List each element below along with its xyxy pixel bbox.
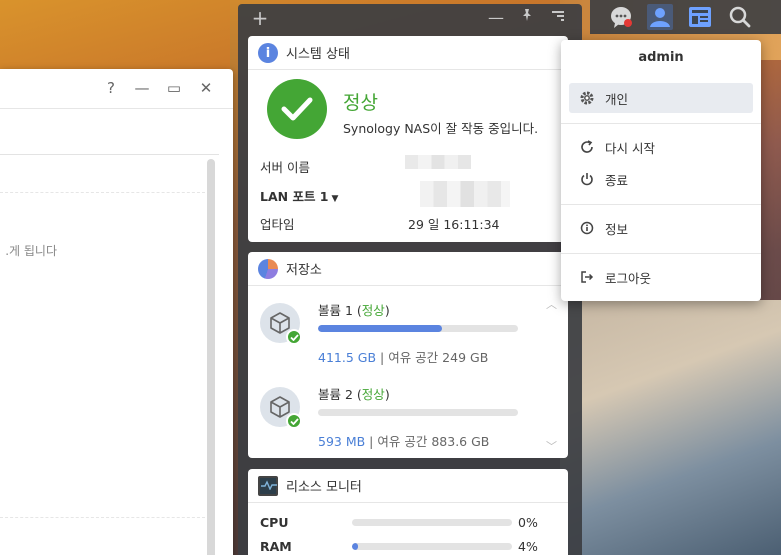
uptime-label: 업타임 [260, 217, 295, 232]
info-icon: i [258, 42, 278, 63]
widget-title: 리소스 모니터 [286, 480, 362, 495]
usage-fill [352, 543, 359, 550]
chat-icon[interactable] [609, 4, 635, 30]
widget-header: 리소스 모니터 [248, 469, 568, 503]
ok-badge-icon [286, 329, 302, 345]
volume-usage-bar [318, 325, 518, 332]
power-icon [579, 171, 595, 187]
app-body-text: 게 됩니다. [5, 244, 57, 258]
user-icon[interactable] [647, 4, 673, 30]
logout-icon [579, 269, 595, 285]
lan-ip-redacted [420, 181, 510, 207]
storage-widget: 저장소 ︿ 볼륨 1 (정상) 411.5 GB | 여유 공간 249 GB … [248, 252, 568, 458]
minimize-button[interactable]: — [133, 79, 151, 97]
info-icon [579, 220, 595, 236]
volume-item[interactable]: 볼륨 2 (정상) 593 MB | 여유 공간 883.6 GB [248, 380, 568, 458]
volume-usage-text: 593 MB | 여유 공간 883.6 GB [318, 434, 490, 449]
widget-toolbar: + — [238, 4, 582, 32]
desktop-background-dune [560, 300, 781, 555]
cpu-label: CPU [260, 515, 289, 530]
cpu-usage-bar [352, 519, 512, 526]
help-button[interactable]: ? [102, 79, 120, 97]
ram-value: 4% [518, 539, 538, 554]
widget-title: 시스템 상태 [286, 47, 350, 62]
ok-check-icon [267, 79, 327, 139]
divider [0, 517, 205, 518]
server-name-label: 서버 이름 [260, 160, 310, 175]
maximize-button[interactable]: ▭ [165, 79, 183, 97]
user-menu: admin 개인 다시 시작 종료 정보 로그아웃 [561, 40, 761, 301]
chevron-down-icon[interactable]: ﹀ [546, 438, 557, 454]
menu-item-label: 종료 [605, 172, 629, 188]
volume-name: 볼륨 1 (정상) [318, 303, 390, 318]
divider [0, 154, 219, 155]
app-window: ? — ▭ ✕ 게 됩니다. [0, 69, 233, 555]
ram-label: RAM [260, 539, 292, 554]
resource-monitor-widget: 리소스 모니터 CPU 0% RAM 4% [248, 469, 568, 555]
uptime-value: 29 일 16:11:34 [408, 217, 500, 232]
divider [561, 204, 761, 205]
search-icon[interactable] [727, 4, 753, 30]
cpu-value: 0% [518, 515, 538, 530]
ram-usage-bar [352, 543, 512, 550]
widget-title: 저장소 [286, 263, 322, 278]
lan-port-label: LAN 포트 1 [260, 189, 329, 204]
system-status-widget: i 시스템 상태 정상 Synology NAS이 잘 작동 중입니다. 서버 … [248, 36, 568, 242]
divider [0, 192, 205, 193]
username: admin [638, 50, 684, 65]
close-button[interactable]: ✕ [197, 79, 215, 97]
monitor-icon [258, 475, 278, 496]
widget-header: i 시스템 상태 [248, 36, 568, 70]
scrollbar[interactable] [207, 159, 215, 555]
gear-icon [579, 90, 595, 106]
menu-item-restart[interactable]: 다시 시작 [569, 132, 753, 162]
pin-icon[interactable] [517, 8, 537, 28]
divider [561, 253, 761, 254]
menu-item-label: 다시 시작 [605, 140, 655, 156]
menu-item-info[interactable]: 정보 [569, 213, 753, 243]
menu-item-logout[interactable]: 로그아웃 [569, 262, 753, 292]
storage-pie-icon [258, 258, 278, 279]
widget-header: 저장소 [248, 252, 568, 286]
menu-item-label: 로그아웃 [605, 270, 652, 286]
app-titlebar: ? — ▭ ✕ [0, 69, 233, 109]
volume-item[interactable]: 볼륨 1 (정상) 411.5 GB | 여유 공간 249 GB [248, 296, 568, 376]
menu-item-label: 정보 [605, 221, 629, 237]
divider [561, 123, 761, 124]
widget-icon[interactable] [687, 4, 713, 30]
minimize-widgets-button[interactable]: — [486, 8, 506, 28]
taskbar-tray [590, 0, 781, 34]
menu-item-label: 개인 [605, 91, 629, 107]
status-text: 정상 [343, 92, 378, 114]
lan-port-dropdown[interactable]: LAN 포트 1 ▼ [260, 186, 338, 205]
status-description: Synology NAS이 잘 작동 중입니다. [343, 121, 539, 136]
ok-badge-icon [286, 413, 302, 429]
usage-fill [318, 325, 442, 332]
volume-usage-bar [318, 409, 518, 416]
server-name-redacted [405, 155, 471, 169]
menu-item-personal[interactable]: 개인 [569, 83, 753, 113]
menu-item-shutdown[interactable]: 종료 [569, 164, 753, 194]
restart-icon [579, 139, 595, 155]
widget-panel: + — i 시스템 상태 정상 Synology NAS이 잘 작동 중입니다.… [238, 4, 582, 555]
widget-menu-icon[interactable] [548, 8, 568, 28]
volume-name: 볼륨 2 (정상) [318, 387, 390, 402]
volume-usage-text: 411.5 GB | 여유 공간 249 GB [318, 350, 489, 365]
add-widget-button[interactable]: + [250, 8, 270, 28]
caret-down-icon: ▼ [331, 194, 339, 204]
